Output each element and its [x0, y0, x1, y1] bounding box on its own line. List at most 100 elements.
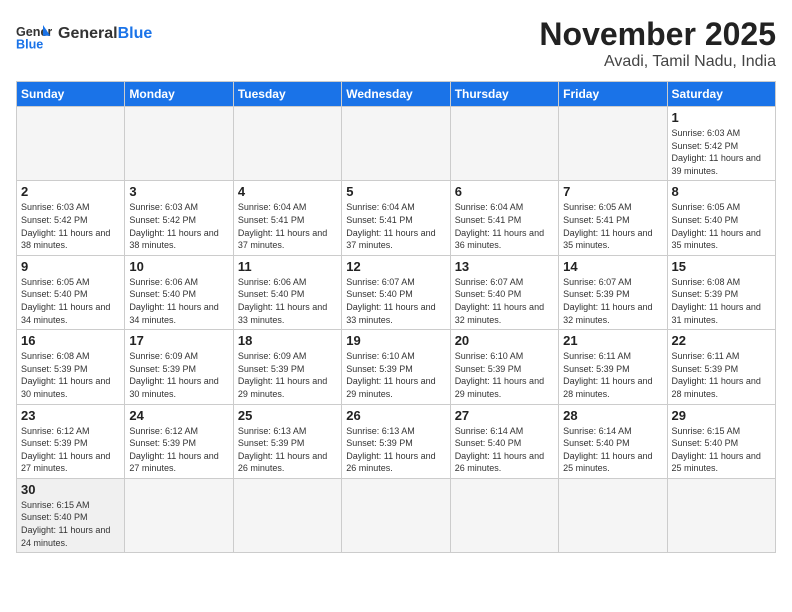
title-block: November 2025 Avadi, Tamil Nadu, India	[539, 16, 776, 71]
calendar-cell: 10Sunrise: 6:06 AMSunset: 5:40 PMDayligh…	[125, 255, 233, 329]
calendar-cell: 18 Sunrise: 6:09 AMSunset: 5:39 PMDayligh…	[233, 330, 341, 404]
calendar-cell: 29Sunrise: 6:15 AMSunset: 5:40 PMDayligh…	[667, 404, 775, 478]
day-info: Sunrise: 6:09 AMSunset: 5:39 PMDaylight:…	[238, 350, 337, 400]
calendar-cell: 1 Sunrise: 6:03 AMSunset: 5:42 PMDaylight…	[667, 107, 775, 181]
calendar-cell	[342, 107, 450, 181]
calendar-cell	[450, 478, 558, 552]
day-info: Sunrise: 6:07 AMSunset: 5:39 PMDaylight:…	[563, 276, 662, 326]
header-monday: Monday	[125, 82, 233, 107]
day-info: Sunrise: 6:05 AMSunset: 5:40 PMDaylight:…	[672, 201, 771, 251]
calendar-week-row: 9Sunrise: 6:05 AMSunset: 5:40 PMDaylight…	[17, 255, 776, 329]
calendar-cell: 23 Sunrise: 6:12 AMSunset: 5:39 PMDayligh…	[17, 404, 125, 478]
day-info: Sunrise: 6:10 AMSunset: 5:39 PMDaylight:…	[346, 350, 445, 400]
day-number: 10	[129, 259, 228, 274]
calendar-cell	[559, 478, 667, 552]
calendar-cell: 28 Sunrise: 6:14 AMSunset: 5:40 PMDayligh…	[559, 404, 667, 478]
calendar-week-row: 2Sunrise: 6:03 AMSunset: 5:42 PMDaylight…	[17, 181, 776, 255]
calendar-cell: 25 Sunrise: 6:13 AMSunset: 5:39 PMDayligh…	[233, 404, 341, 478]
day-info: Sunrise: 6:03 AMSunset: 5:42 PMDaylight:…	[129, 201, 228, 251]
calendar-header-row: Sunday Monday Tuesday Wednesday Thursday…	[17, 82, 776, 107]
calendar-cell: 2Sunrise: 6:03 AMSunset: 5:42 PMDaylight…	[17, 181, 125, 255]
day-number: 18	[238, 333, 337, 348]
calendar-cell	[559, 107, 667, 181]
day-number: 26	[346, 408, 445, 423]
day-info: Sunrise: 6:15 AMSunset: 5:40 PMDaylight:…	[21, 499, 120, 549]
calendar-cell	[342, 478, 450, 552]
calendar-week-row: 23 Sunrise: 6:12 AMSunset: 5:39 PMDayligh…	[17, 404, 776, 478]
logo-icon: General Blue	[16, 16, 52, 52]
day-info: Sunrise: 6:12 AMSunset: 5:39 PMDaylight:…	[21, 425, 120, 475]
header-thursday: Thursday	[450, 82, 558, 107]
day-info: Sunrise: 6:04 AMSunset: 5:41 PMDaylight:…	[238, 201, 337, 251]
calendar-cell: 3 Sunrise: 6:03 AMSunset: 5:42 PMDaylight…	[125, 181, 233, 255]
calendar-cell: 9Sunrise: 6:05 AMSunset: 5:40 PMDaylight…	[17, 255, 125, 329]
day-number: 23	[21, 408, 120, 423]
day-info: Sunrise: 6:11 AMSunset: 5:39 PMDaylight:…	[672, 350, 771, 400]
day-number: 15	[672, 259, 771, 274]
day-number: 12	[346, 259, 445, 274]
logo: General Blue GeneralBlue	[16, 16, 152, 52]
calendar-cell: 17 Sunrise: 6:09 AMSunset: 5:39 PMDayligh…	[125, 330, 233, 404]
day-number: 13	[455, 259, 554, 274]
calendar-cell	[125, 107, 233, 181]
month-title: November 2025	[539, 16, 776, 53]
day-number: 24	[129, 408, 228, 423]
calendar-cell: 27 Sunrise: 6:14 AMSunset: 5:40 PMDayligh…	[450, 404, 558, 478]
calendar-cell: 15 Sunrise: 6:08 AMSunset: 5:39 PMDayligh…	[667, 255, 775, 329]
day-info: Sunrise: 6:14 AMSunset: 5:40 PMDaylight:…	[563, 425, 662, 475]
calendar-cell	[125, 478, 233, 552]
calendar-cell: 7Sunrise: 6:05 AMSunset: 5:41 PMDaylight…	[559, 181, 667, 255]
calendar-cell	[233, 107, 341, 181]
day-number: 4	[238, 184, 337, 199]
day-number: 30	[21, 482, 120, 497]
calendar-cell: 16Sunrise: 6:08 AMSunset: 5:39 PMDayligh…	[17, 330, 125, 404]
day-number: 3	[129, 184, 228, 199]
calendar-cell	[17, 107, 125, 181]
day-info: Sunrise: 6:09 AMSunset: 5:39 PMDaylight:…	[129, 350, 228, 400]
calendar-cell: 20Sunrise: 6:10 AMSunset: 5:39 PMDayligh…	[450, 330, 558, 404]
calendar-cell	[450, 107, 558, 181]
day-info: Sunrise: 6:14 AMSunset: 5:40 PMDaylight:…	[455, 425, 554, 475]
day-number: 14	[563, 259, 662, 274]
calendar-cell: 6Sunrise: 6:04 AMSunset: 5:41 PMDaylight…	[450, 181, 558, 255]
day-info: Sunrise: 6:12 AMSunset: 5:39 PMDaylight:…	[129, 425, 228, 475]
day-number: 17	[129, 333, 228, 348]
day-number: 19	[346, 333, 445, 348]
calendar-week-row: 16Sunrise: 6:08 AMSunset: 5:39 PMDayligh…	[17, 330, 776, 404]
calendar-cell: 11Sunrise: 6:06 AMSunset: 5:40 PMDayligh…	[233, 255, 341, 329]
day-info: Sunrise: 6:05 AMSunset: 5:41 PMDaylight:…	[563, 201, 662, 251]
day-number: 21	[563, 333, 662, 348]
day-number: 25	[238, 408, 337, 423]
day-info: Sunrise: 6:03 AMSunset: 5:42 PMDaylight:…	[672, 127, 771, 177]
calendar-cell: 13 Sunrise: 6:07 AMSunset: 5:40 PMDayligh…	[450, 255, 558, 329]
day-info: Sunrise: 6:07 AMSunset: 5:40 PMDaylight:…	[346, 276, 445, 326]
header-tuesday: Tuesday	[233, 82, 341, 107]
header-wednesday: Wednesday	[342, 82, 450, 107]
location: Avadi, Tamil Nadu, India	[539, 53, 776, 71]
day-number: 28	[563, 408, 662, 423]
calendar-cell: 26Sunrise: 6:13 AMSunset: 5:39 PMDayligh…	[342, 404, 450, 478]
calendar-cell: 30 Sunrise: 6:15 AMSunset: 5:40 PMDayligh…	[17, 478, 125, 552]
svg-text:Blue: Blue	[16, 37, 43, 51]
day-info: Sunrise: 6:04 AMSunset: 5:41 PMDaylight:…	[455, 201, 554, 251]
day-info: Sunrise: 6:11 AMSunset: 5:39 PMDaylight:…	[563, 350, 662, 400]
day-info: Sunrise: 6:13 AMSunset: 5:39 PMDaylight:…	[238, 425, 337, 475]
day-number: 1	[672, 110, 771, 125]
day-number: 29	[672, 408, 771, 423]
calendar-cell: 8 Sunrise: 6:05 AMSunset: 5:40 PMDaylight…	[667, 181, 775, 255]
day-info: Sunrise: 6:08 AMSunset: 5:39 PMDaylight:…	[672, 276, 771, 326]
calendar-cell: 22 Sunrise: 6:11 AMSunset: 5:39 PMDayligh…	[667, 330, 775, 404]
page-header: General Blue GeneralBlue November 2025 A…	[16, 16, 776, 71]
calendar-cell	[667, 478, 775, 552]
day-number: 20	[455, 333, 554, 348]
calendar-table: Sunday Monday Tuesday Wednesday Thursday…	[16, 81, 776, 553]
calendar-cell: 4 Sunrise: 6:04 AMSunset: 5:41 PMDaylight…	[233, 181, 341, 255]
day-number: 9	[21, 259, 120, 274]
day-number: 5	[346, 184, 445, 199]
day-number: 22	[672, 333, 771, 348]
day-number: 8	[672, 184, 771, 199]
day-number: 27	[455, 408, 554, 423]
logo-blue: Blue	[118, 25, 153, 42]
day-info: Sunrise: 6:07 AMSunset: 5:40 PMDaylight:…	[455, 276, 554, 326]
day-info: Sunrise: 6:03 AMSunset: 5:42 PMDaylight:…	[21, 201, 120, 251]
